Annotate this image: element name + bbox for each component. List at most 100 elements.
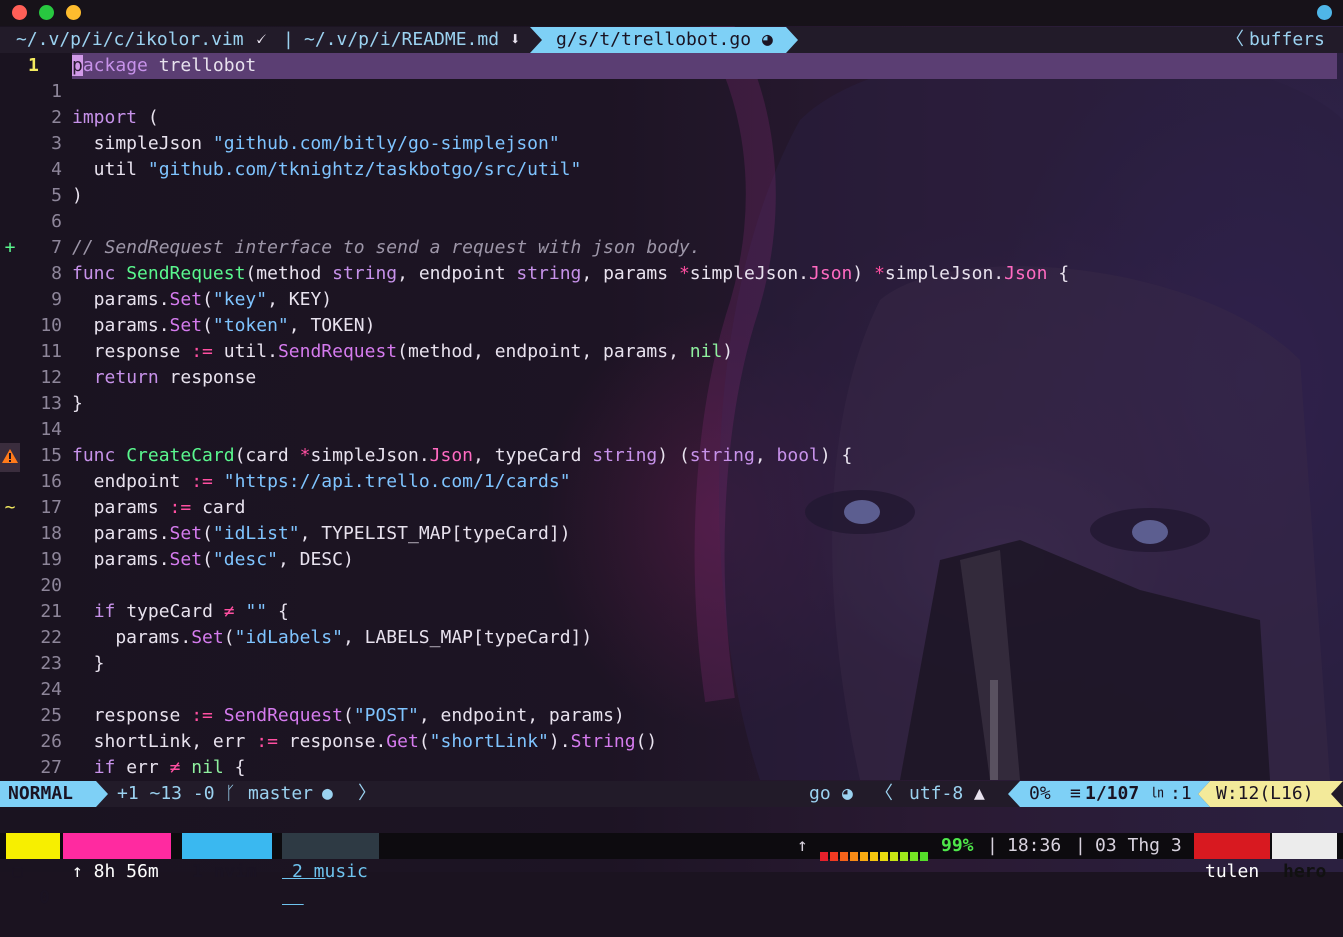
code-line[interactable]: ~17 params := card xyxy=(0,495,1343,521)
code-line[interactable]: 23 } xyxy=(0,651,1343,677)
markdown-icon: ⬇ xyxy=(509,29,521,50)
code-line[interactable]: 5) xyxy=(0,183,1343,209)
window-titlebar xyxy=(0,0,1343,26)
code-line[interactable]: 6 xyxy=(0,209,1343,235)
code-line[interactable]: 22 params.Set("idLabels", LABELS_MAP[typ… xyxy=(0,625,1343,651)
line-number: 7 xyxy=(51,237,62,258)
code-text: if err ≠ nil { xyxy=(72,755,246,781)
tmux-window-1[interactable]: 1 nvim xyxy=(182,833,272,882)
code-text: func CreateCard(card *simpleJson.Json, t… xyxy=(72,443,852,469)
cpu-percent: 99% xyxy=(941,835,974,856)
token: { xyxy=(267,601,289,622)
cpu-usage-bars xyxy=(820,843,930,861)
token-mth: Get xyxy=(386,731,419,752)
token-str: "key" xyxy=(212,289,268,310)
scroll-percent: 0% xyxy=(1029,783,1051,804)
token-str: "shortLink" xyxy=(429,731,549,752)
tmux-uptime: ↑ 8h 56m xyxy=(63,833,171,882)
cpu-arrow-icon: ↑ xyxy=(797,835,808,856)
mode-indicator: NORMAL xyxy=(0,781,96,807)
window-label: 2 music xyxy=(292,861,368,882)
token-op: ≠ xyxy=(169,757,181,778)
code-editor[interactable]: 1 package trellobot 1 2 import (3 simpleJson… xyxy=(0,53,1343,781)
cpu-bar xyxy=(860,852,868,861)
code-text: simpleJson "github.com/bitly/go-simplejs… xyxy=(72,131,560,157)
line-number: 6 xyxy=(51,211,62,232)
token: ( xyxy=(342,705,354,726)
code-line[interactable]: 4 util "github.com/tknightz/taskbotgo/sr… xyxy=(0,157,1343,183)
warning-segment[interactable]: W:12(L16) xyxy=(1198,781,1343,807)
code-line[interactable]: 13} xyxy=(0,391,1343,417)
code-text: package trellobot xyxy=(72,53,1337,79)
code-line[interactable]: 8 func SendRequest(method string, endpoin… xyxy=(0,261,1343,287)
code-line[interactable]: 1 package trellobot xyxy=(0,53,1343,79)
line-number: 10 xyxy=(40,315,62,336)
code-line[interactable]: 21 if typeCard ≠ "" { xyxy=(0,599,1343,625)
line-number: 16 xyxy=(40,471,62,492)
buffer-tab-ikolor[interactable]: ~/.v/p/i/c/ikolor.vim 🗸 xyxy=(16,27,267,53)
code-line[interactable]: 15 func CreateCard(card *simpleJson.Json,… xyxy=(0,443,1343,472)
token: ( xyxy=(137,107,159,128)
token-op: := xyxy=(169,497,192,518)
cpu-bar xyxy=(870,852,878,861)
cpu-bar xyxy=(850,852,858,861)
token-com: // SendRequest interface to send a reque… xyxy=(72,237,701,258)
buffers-label[interactable]: buffers xyxy=(1249,27,1325,53)
token: response xyxy=(158,367,257,388)
code-line[interactable]: +7 // SendRequest interface to send a req… xyxy=(0,235,1343,261)
code-line[interactable]: 9 params.Set("key", KEY) xyxy=(0,287,1343,313)
tmux-window-2[interactable]: 2 music xyxy=(282,833,379,882)
buffer-tab-readme[interactable]: ~/.v/p/i/README.md ⬇ xyxy=(304,27,521,53)
code-text: func SendRequest(method string, endpoint… xyxy=(72,261,1069,287)
close-window-button[interactable] xyxy=(12,5,27,20)
code-line[interactable]: 16 endpoint := "https://api.trello.com/1… xyxy=(0,469,1343,495)
code-line[interactable]: 2 import ( xyxy=(0,105,1343,131)
minimize-window-button[interactable] xyxy=(39,5,54,20)
code-line[interactable]: 12 return response xyxy=(0,365,1343,391)
token: () xyxy=(635,731,658,752)
code-text: } xyxy=(72,391,83,417)
code-line[interactable]: 25 response := SendRequest("POST", endpo… xyxy=(0,703,1343,729)
token: ( xyxy=(202,315,213,336)
tmux-session[interactable]: ▢ 0 xyxy=(6,833,60,908)
code-line[interactable]: 19 params.Set("desc", DESC) xyxy=(0,547,1343,573)
code-line[interactable]: 11 response := util.SendRequest(method, … xyxy=(0,339,1343,365)
token: (method, endpoint, params, xyxy=(397,341,690,362)
token-str: "github.com/tknightz/taskbotgo/src/util" xyxy=(147,159,582,180)
code-line[interactable]: 20 xyxy=(0,573,1343,599)
code-line[interactable]: 14 xyxy=(0,417,1343,443)
git-modified-sign: ~ xyxy=(4,497,16,518)
code-text: params.Set("idList", TYPELIST_MAP[typeCa… xyxy=(72,521,571,547)
code-line[interactable]: 1 xyxy=(0,79,1343,105)
buffer-tab-trellobot[interactable]: g/s/t/trellobot.go ◕ xyxy=(530,27,798,53)
tmux-statusbar: ▢ 0 ↑ 8h 56m 1 nvim 2 music ↑ 99% | 18:3… xyxy=(0,833,1343,908)
host-label: hero xyxy=(1283,861,1327,882)
code-line[interactable]: 10 params.Set("token", TOKEN) xyxy=(0,313,1343,339)
maximize-window-button[interactable] xyxy=(66,5,81,20)
token: trellobot xyxy=(147,55,257,76)
token: params xyxy=(72,497,170,518)
code-text: ) xyxy=(72,183,83,209)
code-line[interactable]: 26 shortLink, err := response.Get("short… xyxy=(0,729,1343,755)
token-kw: if xyxy=(93,601,116,622)
token-op: * xyxy=(299,445,311,466)
code-line[interactable]: 18 params.Set("idList", TYPELIST_MAP[typ… xyxy=(0,521,1343,547)
line-number: 22 xyxy=(40,627,62,648)
line-number: 5 xyxy=(51,185,62,206)
chevron-right-icon: 〉 xyxy=(358,783,376,804)
token-str: "https://api.trello.com/1/cards" xyxy=(223,471,571,492)
line-number: 23 xyxy=(40,653,62,674)
code-line[interactable]: 3 simpleJson "github.com/bitly/go-simple… xyxy=(0,131,1343,157)
code-line[interactable]: 27 if err ≠ nil { xyxy=(0,755,1343,781)
cpu-bar xyxy=(840,852,848,861)
token: ) ( xyxy=(657,445,690,466)
token-op: := xyxy=(191,471,213,492)
token-str: "idList" xyxy=(212,523,300,544)
cpu-bar xyxy=(900,852,908,861)
warning-count: W:12(L16) xyxy=(1216,783,1314,804)
token-ty: string xyxy=(689,445,755,466)
code-line[interactable]: 24 xyxy=(0,677,1343,703)
